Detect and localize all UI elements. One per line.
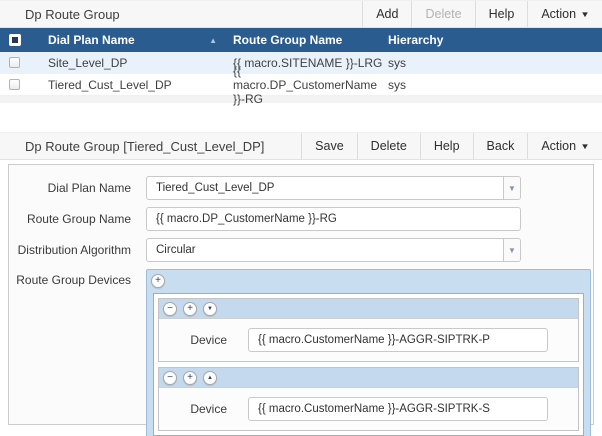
row-select-cell xyxy=(0,79,48,90)
action-menu-button[interactable]: Action ▼ xyxy=(527,1,602,27)
delete-button-label: Delete xyxy=(425,7,461,21)
screen: Dp Route Group Add Delete Help Action ▼ … xyxy=(0,0,602,436)
field-row-route-group-name: Route Group Name xyxy=(9,207,593,231)
device-label: Device xyxy=(159,333,227,347)
add-button-label: Add xyxy=(376,7,398,21)
help-button-label: Help xyxy=(489,7,515,21)
device-label: Device xyxy=(159,402,227,416)
action-menu-button[interactable]: Action ▼ xyxy=(527,133,602,159)
cell-hierarchy: sys xyxy=(388,78,602,92)
remove-group-button[interactable]: − xyxy=(163,371,177,385)
device-group-body: Device xyxy=(159,388,578,430)
device-input[interactable] xyxy=(248,328,548,352)
checkbox-fill xyxy=(12,37,18,43)
distribution-algorithm-select[interactable]: ▼ xyxy=(146,238,521,262)
save-button-label: Save xyxy=(315,139,344,153)
row-select-cell xyxy=(0,57,48,68)
add-group-button[interactable]: + xyxy=(183,302,197,316)
delete-button-label: Delete xyxy=(371,139,407,153)
chevron-down-icon[interactable]: ▼ xyxy=(503,239,520,261)
help-button[interactable]: Help xyxy=(475,1,528,27)
row-checkbox[interactable] xyxy=(9,79,20,90)
field-row-distribution-algorithm: Distribution Algorithm ▼ xyxy=(9,238,593,262)
action-button-label: Action xyxy=(541,139,576,153)
field-label: Dial Plan Name xyxy=(9,181,131,195)
column-header-dial-plan-name[interactable]: Dial Plan Name ▲ xyxy=(48,33,233,47)
field-label: Distribution Algorithm xyxy=(9,243,131,257)
devices-panel-header: + xyxy=(147,270,590,291)
row-checkbox[interactable] xyxy=(9,57,20,68)
back-button-label: Back xyxy=(487,139,515,153)
field-row-route-group-devices: Route Group Devices + − + ▼ Device xyxy=(9,269,593,436)
delete-button[interactable]: Delete xyxy=(411,1,474,27)
dial-plan-name-select[interactable]: ▼ xyxy=(146,176,521,200)
field-label: Route Group Devices xyxy=(9,269,131,287)
table-row[interactable]: Tiered_Cust_Level_DP {{ macro.DP_Custome… xyxy=(0,74,602,96)
cell-dial-plan-name[interactable]: Site_Level_DP xyxy=(48,56,233,70)
list-title: Dp Route Group xyxy=(0,1,362,27)
cell-dial-plan-name[interactable]: Tiered_Cust_Level_DP xyxy=(48,78,233,92)
caret-down-icon: ▼ xyxy=(580,142,590,151)
action-button-label: Action xyxy=(541,7,576,21)
device-group-toolbar: − + ▼ xyxy=(159,299,578,319)
move-down-icon[interactable]: ▼ xyxy=(203,302,217,316)
route-group-name-input[interactable] xyxy=(146,207,521,231)
help-button[interactable]: Help xyxy=(420,133,473,159)
list-toolbar: Dp Route Group Add Delete Help Action ▼ xyxy=(0,0,602,28)
add-button[interactable]: Add xyxy=(362,1,411,27)
device-groups-container: − + ▼ Device − + ▲ xyxy=(153,293,584,436)
dial-plan-name-value[interactable] xyxy=(147,177,503,199)
add-group-button[interactable]: + xyxy=(183,371,197,385)
back-button[interactable]: Back xyxy=(473,133,528,159)
detail-form: Dial Plan Name ▼ Route Group Name Distri… xyxy=(8,164,594,425)
device-group-body: Device xyxy=(159,319,578,361)
column-label: Dial Plan Name xyxy=(48,33,135,47)
cell-route-group-name[interactable]: {{ macro.DP_CustomerName }}-RG xyxy=(233,64,388,106)
cell-hierarchy: sys xyxy=(388,56,602,70)
distribution-algorithm-value[interactable] xyxy=(147,239,503,261)
device-input[interactable] xyxy=(248,397,548,421)
move-up-icon[interactable]: ▲ xyxy=(203,371,217,385)
remove-group-button[interactable]: − xyxy=(163,302,177,316)
device-group-toolbar: − + ▲ xyxy=(159,368,578,388)
field-label: Route Group Name xyxy=(9,212,131,226)
column-header-route-group-name[interactable]: Route Group Name xyxy=(233,33,388,47)
route-group-devices-panel: + − + ▼ Device xyxy=(146,269,591,436)
detail-toolbar: Dp Route Group [Tiered_Cust_Level_DP] Sa… xyxy=(0,132,602,160)
save-button[interactable]: Save xyxy=(301,133,357,159)
help-button-label: Help xyxy=(434,139,460,153)
add-device-group-button[interactable]: + xyxy=(151,274,165,288)
chevron-down-icon[interactable]: ▼ xyxy=(503,177,520,199)
delete-button[interactable]: Delete xyxy=(357,133,420,159)
table-header-row: Dial Plan Name ▲ Route Group Name Hierar… xyxy=(0,28,602,52)
column-label: Hierarchy xyxy=(388,33,443,47)
device-group: − + ▼ Device xyxy=(158,298,579,362)
caret-down-icon: ▼ xyxy=(580,10,590,19)
column-label: Route Group Name xyxy=(233,33,342,47)
select-all-cell xyxy=(0,34,48,46)
sort-asc-icon[interactable]: ▲ xyxy=(209,36,217,45)
select-all-checkbox[interactable] xyxy=(9,34,21,46)
column-header-hierarchy[interactable]: Hierarchy xyxy=(388,33,602,47)
section-gap xyxy=(0,103,602,132)
device-group: − + ▲ Device xyxy=(158,367,579,431)
field-row-dial-plan-name: Dial Plan Name ▼ xyxy=(9,176,593,200)
detail-title: Dp Route Group [Tiered_Cust_Level_DP] xyxy=(0,133,301,159)
